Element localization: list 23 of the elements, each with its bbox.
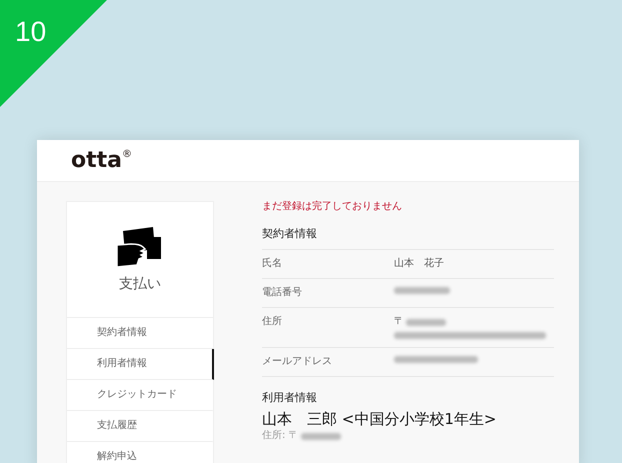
section-heading: 契約者情報 — [262, 227, 554, 250]
field-value: 山本 花子 — [394, 258, 444, 270]
field-label: メールアドレス — [262, 356, 333, 368]
field-label: 氏名 — [262, 258, 283, 270]
sidebar-item[interactable]: 利用者情報 — [67, 349, 214, 380]
sidebar-item[interactable]: 支払履歴 — [67, 411, 214, 442]
hand-cards-icon — [117, 227, 163, 269]
warning-message: まだ登録は完了しておりません — [262, 201, 403, 213]
section-heading: 利用者情報 — [262, 391, 318, 404]
logo[interactable]: otta$^{®}$ — [71, 150, 132, 172]
address-label: 住所: 〒 — [262, 430, 299, 442]
user-name: 山本 三郎 <中国分小学校1年生> — [262, 410, 498, 428]
field-label: 住所 — [262, 316, 283, 330]
badge-number: 10 — [15, 18, 46, 46]
sidebar-title: 支払い — [119, 275, 161, 293]
blurred-text — [406, 318, 446, 326]
sidebar-item[interactable]: 契約者情報 — [67, 318, 214, 349]
postal-mark: 〒 — [394, 316, 404, 328]
sidebar-item[interactable]: クレジットカード — [67, 380, 214, 411]
blurred-text — [394, 287, 450, 294]
sidebar-item[interactable]: 解約申込 — [67, 442, 214, 463]
blurred-text — [300, 432, 341, 440]
field-label: 電話番号 — [262, 287, 303, 300]
